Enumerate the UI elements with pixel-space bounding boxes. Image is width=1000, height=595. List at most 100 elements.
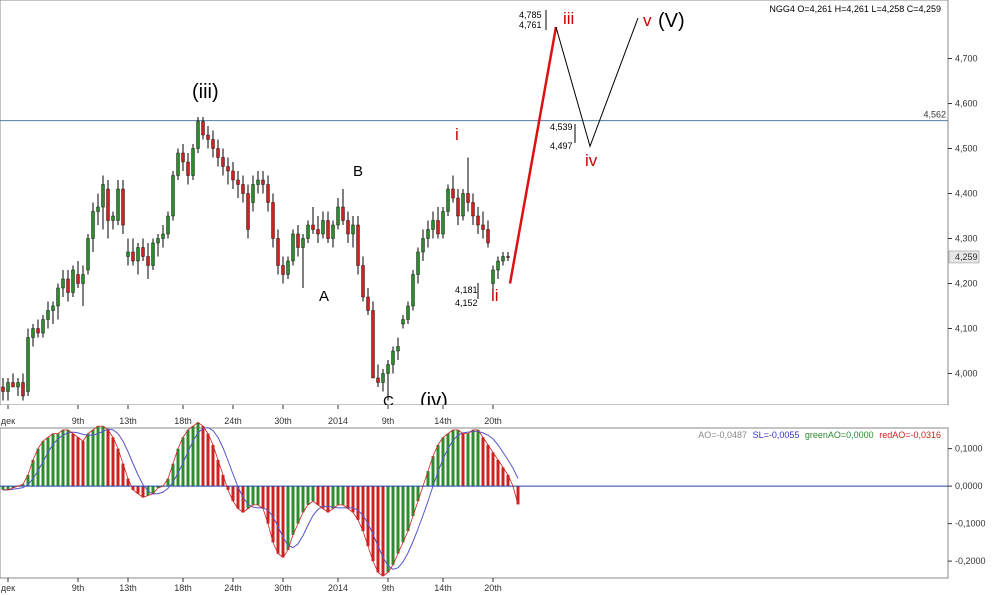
ao-bar	[1, 486, 5, 490]
price-level-label: 4,539	[550, 122, 573, 132]
candle-body	[256, 179, 260, 185]
ao-bar	[176, 448, 180, 487]
candle-body	[131, 251, 135, 262]
candle-body	[136, 247, 140, 262]
wave-label-0: (iii)	[192, 81, 219, 103]
ao-bar	[51, 433, 55, 487]
ao-bar	[321, 486, 325, 509]
y-tick-label: 4,500	[955, 144, 978, 154]
candle-body	[291, 233, 295, 262]
candle-body	[241, 184, 245, 194]
chart-canvas: 4,562 (iii)ABC (iv)iiiiiiivv (V)4,7854,761…	[0, 0, 986, 593]
price-level-label: 4,761	[519, 20, 542, 30]
candle-body	[81, 274, 85, 284]
ao-bar	[76, 437, 80, 487]
candle-body	[211, 139, 215, 149]
ao-bar	[401, 486, 405, 543]
ao-bar	[336, 486, 340, 505]
candle-body	[251, 184, 255, 203]
ao-bar	[251, 486, 255, 505]
x-tick-label: 13th	[119, 416, 137, 426]
candle-body	[61, 278, 65, 289]
wave-label-10: (V)	[658, 10, 685, 32]
ao-bar	[486, 444, 490, 487]
candle-body	[226, 166, 230, 172]
x-tick-label: 14th	[434, 416, 452, 426]
wave-label-2: B	[353, 163, 363, 180]
candle-body	[76, 274, 80, 284]
candle-body	[46, 310, 50, 320]
candle-body	[236, 179, 240, 185]
ao-bar	[301, 486, 305, 513]
y-tick-label: 4,100	[955, 324, 978, 334]
oscillator-x-axis: дек 9th 13th 18th 24th 30th 2014 9th 14th 20th	[1, 578, 502, 593]
candle-body	[326, 220, 330, 239]
ao-bar	[446, 433, 450, 487]
candle-body	[456, 197, 460, 217]
ao-bar	[461, 433, 465, 487]
ao-bar	[346, 486, 350, 509]
candle-body	[436, 220, 440, 235]
ao-bar	[271, 486, 275, 543]
wave-label-8: iv	[585, 151, 598, 170]
candle-body	[451, 188, 455, 199]
ao-bar	[366, 486, 370, 547]
candle-body	[86, 238, 90, 271]
y-tick-label: 4,400	[955, 189, 978, 199]
ao-bar	[266, 486, 270, 524]
wave-label-1: A	[319, 288, 329, 305]
osc-y-tick-label: 0,1000	[955, 444, 983, 454]
ao-bar	[206, 433, 210, 487]
ao-bar	[396, 486, 400, 554]
candle-body	[21, 382, 25, 397]
ao-bar	[456, 429, 460, 487]
x-tick-label: 9th	[72, 416, 85, 426]
ao-bar	[436, 444, 440, 487]
candle-body	[311, 224, 315, 230]
sl-value: SL=-0,0055	[753, 430, 800, 440]
candle-body	[16, 382, 20, 388]
ao-bar	[391, 486, 395, 565]
osc-y-tick-label: -0,2000	[955, 556, 986, 566]
ao-value: AO=-0,0487	[698, 430, 747, 440]
candle-body	[306, 224, 310, 239]
candle-body	[461, 193, 465, 217]
candle-body	[101, 184, 105, 208]
candle-body	[176, 152, 180, 176]
candle-body	[41, 319, 45, 334]
candle-body	[401, 319, 405, 325]
ao-bar	[261, 486, 265, 509]
ao-bar	[411, 486, 415, 517]
price-level-label: 4,181	[455, 285, 478, 295]
candle-body	[446, 188, 450, 212]
candle-body	[341, 206, 345, 221]
candle-body	[506, 256, 510, 258]
candle-body	[391, 350, 395, 365]
y-tick-label: 4,300	[955, 234, 978, 244]
candle-body	[161, 233, 165, 239]
x-tick-label: 2014	[328, 416, 348, 426]
ao-bar	[386, 486, 390, 573]
price-x-axis-strip	[0, 405, 948, 427]
candle-body	[186, 161, 190, 176]
candle-body	[316, 229, 320, 235]
ao-bar	[316, 486, 320, 505]
ao-bar	[406, 486, 410, 532]
ao-bar	[476, 429, 480, 487]
candle-body	[201, 121, 205, 136]
ao-bar	[501, 467, 505, 487]
candle-body	[431, 220, 435, 230]
resistance-value-label: 4,562	[923, 110, 946, 120]
ao-bar	[311, 486, 315, 502]
price-level-label: 4,785	[519, 10, 542, 20]
candle-body	[396, 346, 400, 352]
candle-body	[301, 238, 305, 248]
ao-bar	[201, 426, 205, 487]
ao-bar	[186, 429, 190, 487]
ao-bar	[331, 486, 335, 509]
candle-body	[406, 305, 410, 320]
candle-body	[6, 382, 10, 392]
ao-bar	[56, 433, 60, 487]
candle-body	[496, 260, 500, 271]
candle-body	[266, 184, 270, 203]
